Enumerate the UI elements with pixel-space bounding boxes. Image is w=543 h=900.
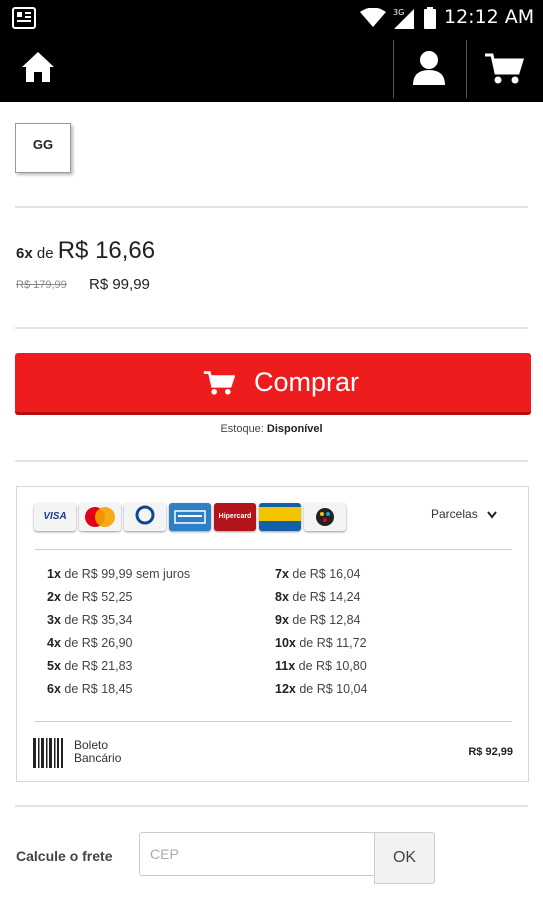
installment-number: 4x: [47, 636, 61, 650]
divider: [15, 805, 528, 807]
installment-value: de R$ 11,72: [299, 636, 367, 650]
installment-value: de R$ 10,80: [298, 659, 367, 673]
installment-price: 6x de R$ 16,66: [16, 237, 155, 265]
divider: [35, 549, 512, 550]
installment-row: 1x de R$ 99,99 sem juros: [47, 567, 190, 590]
aura-logo: [259, 503, 301, 531]
installment-value: de R$ 99,99 sem juros: [64, 567, 191, 581]
boleto-price: R$ 92,99: [468, 746, 513, 758]
stock-status: Estoque: Disponível: [0, 423, 543, 435]
notification-icon: [12, 7, 36, 29]
divider: [35, 721, 512, 722]
installment-number: 6x: [47, 682, 61, 696]
mastercard-icon: [85, 507, 115, 527]
visa-logo: VISA: [34, 503, 76, 531]
top-navigation: [0, 36, 543, 102]
installment-number: 2x: [47, 590, 61, 604]
installment-number: 3x: [47, 613, 61, 627]
barcode-icon: [33, 738, 63, 768]
installment-amount: R$ 16,66: [57, 237, 156, 264]
installment-value: de R$ 16,04: [292, 567, 361, 581]
payment-options-box: VISA Hipercard Parcelas 1x de R$ 99,99 s…: [16, 486, 529, 782]
amex-logo: [169, 503, 211, 531]
boleto-option: Boleto Bancário R$ 92,99: [33, 738, 513, 770]
installment-number: 8x: [275, 590, 289, 604]
installment-row: 2x de R$ 52,25: [47, 590, 190, 613]
user-icon[interactable]: [410, 50, 448, 86]
installment-value: de R$ 14,24: [292, 590, 361, 604]
freight-label: Calcule o frete: [16, 848, 113, 864]
amex-icon: [174, 510, 206, 524]
installment-value: de R$ 10,04: [299, 682, 368, 696]
chevron-down-icon: [487, 511, 497, 519]
installment-value: de R$ 12,84: [292, 613, 361, 627]
battery-icon: [424, 7, 436, 29]
status-bar: 3G 12:12 AM: [0, 0, 543, 36]
divider: [15, 206, 528, 208]
installment-row: 11x de R$ 10,80: [275, 659, 367, 682]
installments-list-right: 7x de R$ 16,04 8x de R$ 14,24 9x de R$ 12,…: [275, 567, 367, 705]
divider: [15, 460, 528, 462]
stock-value: Disponível: [266, 423, 323, 435]
nav-divider: [393, 40, 394, 98]
old-price: R$ 179,99: [16, 279, 67, 291]
mastercard-logo: [79, 503, 121, 531]
installment-number: 11x: [275, 659, 296, 673]
installments-dropdown[interactable]: Parcelas: [431, 507, 497, 521]
cart-icon[interactable]: [484, 52, 524, 86]
hipercard-logo: Hipercard: [214, 503, 256, 531]
installment-row: 9x de R$ 12,84: [275, 613, 367, 636]
installments-list-left: 1x de R$ 99,99 sem juros 2x de R$ 52,25 3x…: [47, 567, 190, 705]
elo-logo: [304, 503, 346, 531]
installment-number: 5x: [47, 659, 61, 673]
installment-row: 4x de R$ 26,90: [47, 636, 190, 659]
current-price: R$ 99,99: [89, 276, 150, 293]
elo-icon: [316, 508, 334, 526]
installment-number: 7x: [275, 567, 289, 581]
signal-icon: 3G: [393, 8, 414, 29]
aura-icon: [259, 507, 301, 521]
installment-value: de R$ 52,25: [64, 590, 133, 604]
diners-icon: [135, 505, 155, 525]
installment-value: de R$ 35,34: [64, 613, 133, 627]
ok-button[interactable]: OK: [374, 832, 435, 884]
installments-dropdown-label: Parcelas: [431, 507, 478, 521]
wifi-icon: [360, 8, 386, 27]
installment-connector: de: [36, 245, 54, 262]
installment-number: 1x: [47, 567, 61, 581]
installment-count: 6x: [16, 245, 33, 262]
nav-divider: [466, 40, 467, 98]
installment-row: 8x de R$ 14,24: [275, 590, 367, 613]
cart-icon: [203, 371, 235, 395]
installment-value: de R$ 26,90: [64, 636, 133, 650]
installment-number: 12x: [275, 682, 296, 696]
installment-number: 9x: [275, 613, 289, 627]
installment-row: 7x de R$ 16,04: [275, 567, 367, 590]
boleto-label: Boleto Bancário: [74, 738, 122, 765]
divider: [15, 327, 528, 329]
stock-label: Estoque:: [220, 423, 264, 435]
buy-button[interactable]: Comprar: [15, 353, 531, 415]
installment-value: de R$ 21,83: [64, 659, 133, 673]
network-type: 3G: [393, 8, 404, 17]
installment-value: de R$ 18,45: [64, 682, 133, 696]
diners-logo: [124, 503, 166, 531]
installment-number: 10x: [275, 636, 296, 650]
home-icon[interactable]: [20, 50, 56, 84]
installment-row: 10x de R$ 11,72: [275, 636, 367, 659]
status-time: 12:12 AM: [444, 6, 535, 28]
installment-row: 5x de R$ 21,83: [47, 659, 190, 682]
installment-row: 6x de R$ 18,45: [47, 682, 190, 705]
buy-button-label: Comprar: [254, 367, 360, 397]
size-option-gg[interactable]: GG: [15, 123, 71, 173]
cep-input[interactable]: [139, 832, 375, 876]
installment-row: 3x de R$ 35,34: [47, 613, 190, 636]
installment-row: 12x de R$ 10,04: [275, 682, 367, 705]
